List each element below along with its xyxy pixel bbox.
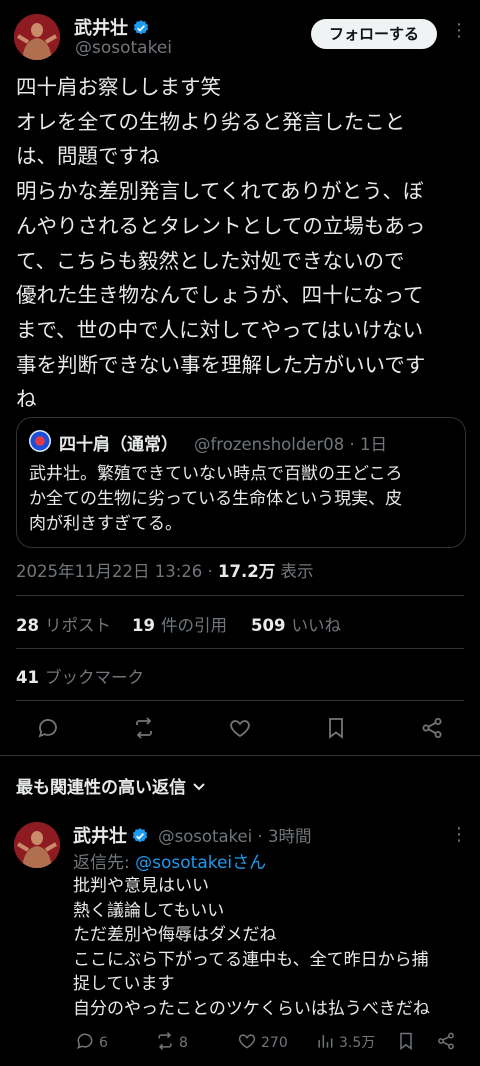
- quoted-author-handle: @frozensholder08 · 1日: [194, 435, 387, 454]
- reply-author-name[interactable]: 武井壮: [73, 826, 127, 847]
- post-body-line: 四十肩お察しします笑: [16, 75, 221, 99]
- reply-like-button[interactable]: 270: [237, 1031, 288, 1055]
- likes-stat[interactable]: 509 いいね: [251, 612, 341, 636]
- reply-body-line: ここにぶら下がってる連中も、全て昨日から捕: [73, 949, 429, 970]
- divider: [16, 648, 464, 649]
- more-options-icon[interactable]: ⋮: [450, 22, 468, 40]
- quotes-label: 件の引用: [160, 616, 227, 635]
- reply-reply-button[interactable]: 6: [75, 1031, 108, 1055]
- quoted-text-line: 武井壮。繁殖できていない時点で百獣の王どころ: [29, 464, 403, 484]
- reply-sort-dropdown[interactable]: 最も関連性の高い返信: [16, 773, 206, 798]
- reply-reply-count: 6: [99, 1035, 108, 1051]
- follow-button[interactable]: フォローする: [311, 19, 437, 49]
- reposts-label: リポスト: [44, 616, 111, 635]
- reply-sort-label: 最も関連性の高い返信: [16, 778, 186, 798]
- reply-body-line: 捉しています: [73, 974, 175, 994]
- reply-bookmark-button[interactable]: [396, 1031, 420, 1055]
- quoted-author-name: 四十肩（通常）: [59, 435, 178, 455]
- author-handle[interactable]: @sosotakei: [75, 38, 172, 58]
- reply-repost-button[interactable]: 8: [155, 1031, 188, 1055]
- quoted-author-avatar: [29, 430, 51, 452]
- reply-header[interactable]: 武井壮 @sosotakei · 3時間: [73, 822, 312, 848]
- more-options-icon[interactable]: ⋮: [450, 826, 468, 844]
- reply-body-line: ただ差別や侮辱はダメだね: [73, 925, 277, 945]
- like-icon[interactable]: [228, 716, 252, 740]
- reply-body: 批判や意見はいい 熱く議論してもいい ただ差別や侮辱はダメだね ここにぶら下がっ…: [73, 874, 473, 1021]
- likes-label: いいね: [291, 616, 341, 635]
- reposts-count: 28: [16, 616, 39, 635]
- post-body-line: は、問題ですね: [16, 144, 160, 169]
- reply-body-line: 熱く議論してもいい: [73, 900, 225, 921]
- post-body-line: て、こちらも毅然とした対処できないので: [16, 248, 405, 273]
- quotes-count: 19: [132, 616, 155, 635]
- reply-to-handle[interactable]: @sosotakei: [135, 853, 232, 873]
- views-label: 表示: [275, 562, 314, 581]
- author-name-row[interactable]: 武井壮: [74, 14, 150, 40]
- post-timestamp[interactable]: 2025年11月22日 13:26 ·: [16, 562, 218, 581]
- reply-icon: [77, 1033, 93, 1049]
- reply-to-prefix: 返信先:: [73, 853, 136, 873]
- divider: [16, 595, 464, 596]
- verified-badge-icon: [133, 20, 149, 35]
- reply-to-line: 返信先: @sosotakeiさん: [73, 848, 266, 873]
- repost-icon[interactable]: [132, 716, 156, 740]
- quoted-post-text: 武井壮。繁殖できていない時点で百獣の王どころ か全ての生物に劣っている生命体とい…: [29, 462, 455, 537]
- bookmarks-stat[interactable]: 41 ブックマーク: [16, 664, 144, 688]
- share-icon[interactable]: [420, 716, 444, 740]
- views-count: 17.2万: [218, 562, 276, 581]
- post-body-line: 優れた生き物なんでしょうが、四十になって: [16, 283, 424, 308]
- reply-body-line: 自分のやったことのツケくらいは払うべきだね: [73, 998, 430, 1019]
- post-body-line: んやりされるとタレントとしての立場もあっ: [16, 213, 426, 238]
- quoted-text-line: か全ての生物に劣っている生命体という現実、皮: [29, 489, 403, 509]
- reply-icon[interactable]: [36, 716, 60, 740]
- views-icon: [318, 1035, 333, 1048]
- reply-views-button[interactable]: 3.5万: [315, 1031, 375, 1055]
- divider: [16, 700, 464, 701]
- quotes-stat[interactable]: 19 件の引用: [132, 612, 227, 636]
- bookmarks-label: ブックマーク: [44, 668, 144, 687]
- reposts-stat[interactable]: 28 リポスト: [16, 612, 111, 636]
- quoted-text-line: 肉が利きすぎてる。: [29, 514, 182, 534]
- post-body-line: 明らかな差別発言してくれてありがとう、ぼ: [16, 179, 424, 204]
- bookmark-icon[interactable]: [324, 716, 348, 740]
- post-body: 四十肩お察しします笑 オレを全ての生物より劣ると発言したこと は、問題ですね 明…: [16, 70, 468, 417]
- post-body-line: まで、世の中で人に対してやってはいけない: [16, 317, 424, 342]
- reply-author-avatar[interactable]: [14, 822, 60, 868]
- post-meta: 2025年11月22日 13:26 · 17.2万 表示: [16, 558, 313, 582]
- chevron-down-icon: [193, 783, 205, 791]
- reply-to-suffix: さん: [232, 853, 267, 873]
- reply-body-line: 批判や意見はいい: [73, 876, 209, 896]
- reply-share-button[interactable]: [436, 1031, 460, 1055]
- quoted-post[interactable]: 四十肩（通常） @frozensholder08 · 1日 武井壮。繁殖できてい…: [16, 417, 466, 548]
- post-body-line: オレを全ての生物より劣ると発言したこと: [16, 109, 406, 134]
- repost-icon: [158, 1032, 172, 1050]
- divider: [0, 755, 480, 756]
- share-icon: [438, 1032, 454, 1050]
- author-name[interactable]: 武井壮: [74, 18, 128, 39]
- reply-repost-count: 8: [179, 1035, 188, 1051]
- like-icon: [238, 1034, 256, 1049]
- reply-like-count: 270: [261, 1035, 288, 1051]
- likes-count: 509: [251, 616, 286, 635]
- reply-views-count: 3.5万: [339, 1035, 376, 1051]
- post-body-line: ね: [16, 387, 37, 412]
- author-avatar[interactable]: [14, 14, 60, 60]
- bookmark-icon: [400, 1032, 412, 1050]
- bookmarks-count: 41: [16, 668, 39, 687]
- post-body-line: 事を判断できない事を理解した方がいいです: [16, 352, 426, 377]
- verified-badge-icon: [132, 828, 148, 843]
- reply-author-handle[interactable]: @sosotakei · 3時間: [158, 827, 311, 846]
